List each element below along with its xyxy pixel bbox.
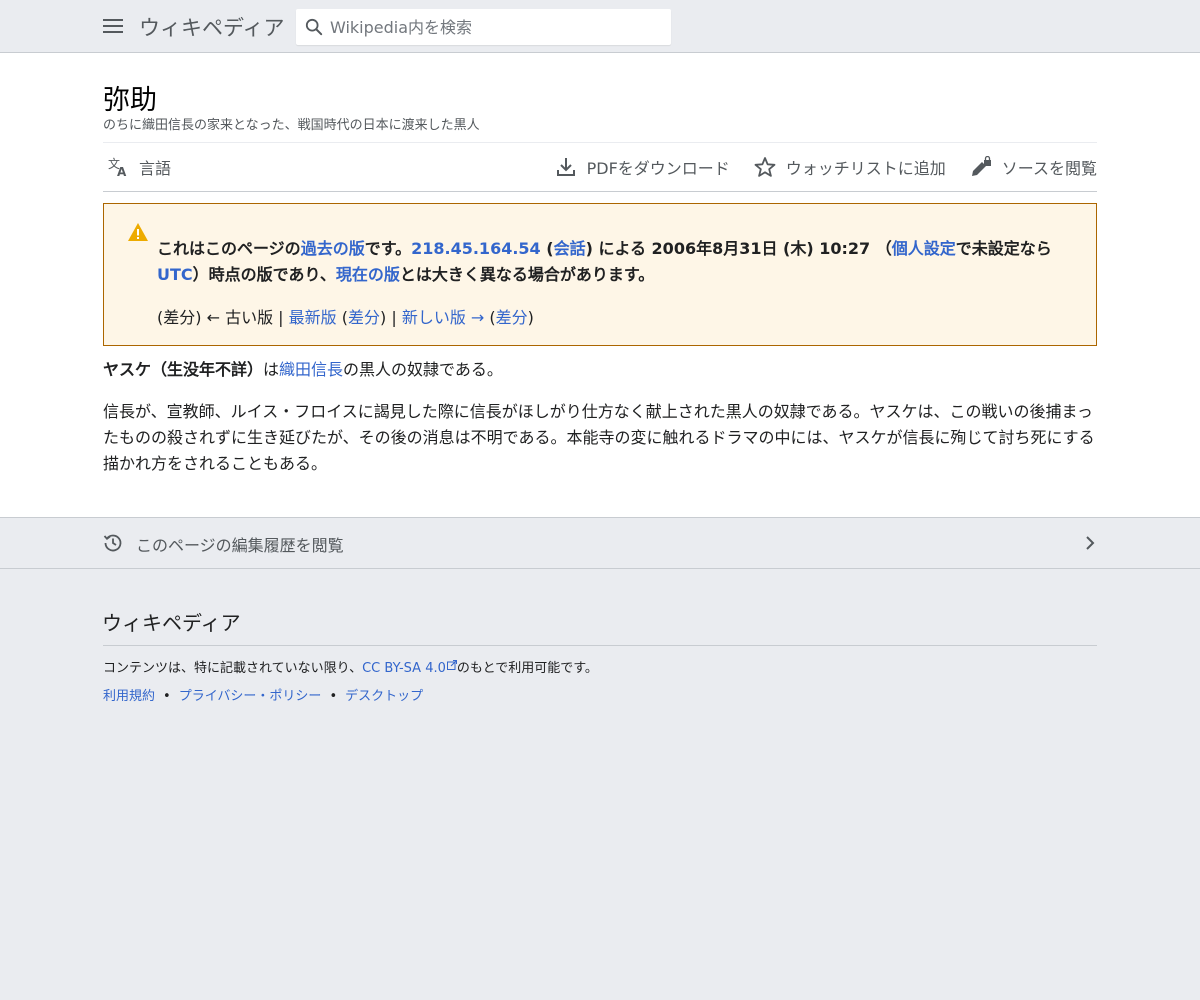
language-icon: 文 A	[108, 156, 127, 178]
newer-version-link[interactable]: 新しい版 →	[402, 308, 485, 327]
talk-link[interactable]: 会話	[554, 239, 586, 258]
download-icon	[556, 158, 575, 176]
chevron-right-icon	[1086, 536, 1095, 550]
page-history-link[interactable]: このページの編集履歴を閲覧	[0, 517, 1200, 569]
main-menu-button[interactable]	[102, 16, 124, 38]
language-label: 言語	[139, 159, 172, 178]
article-paragraph-2: 信長が、宣教師、ルイス・フロイスに謁見した際に信長がほしがり仕方なく献上された黒…	[103, 402, 1095, 473]
warning-icon	[128, 223, 148, 241]
license-notice: コンテンツは、特に記載されていない限り、CC BY-SA 4.0 のもとで利用可能…	[103, 659, 598, 676]
search-input[interactable]	[330, 17, 650, 37]
utc-link[interactable]: UTC	[157, 265, 193, 284]
past-version-link[interactable]: 過去の版	[301, 239, 365, 258]
revision-navigation: (差分) ← 古い版 | 最新版 (差分) | 新しい版 → (差分)	[157, 308, 534, 327]
notice-text: これはこのページの過去の版です。218.45.164.54 (会話) による 2…	[157, 239, 1052, 284]
download-pdf-label: PDFをダウンロード	[586, 159, 730, 178]
svg-text:A: A	[117, 165, 127, 178]
page-title: 弥助	[103, 85, 157, 116]
ip-link[interactable]: 218.45.164.54	[411, 239, 541, 258]
oda-nobunaga-link[interactable]: 織田信長	[279, 360, 343, 379]
hamburger-icon	[103, 19, 123, 21]
site-logo[interactable]: ウィキペディア	[139, 12, 285, 42]
external-link-icon	[446, 659, 457, 670]
old-revision-notice: これはこのページの過去の版です。218.45.164.54 (会話) による 2…	[103, 203, 1097, 346]
star-icon	[754, 157, 776, 177]
footer: ウィキペディア コンテンツは、特に記載されていない限り、CC BY-SA 4.0…	[0, 569, 1200, 989]
article-paragraph-1: ヤスケ（生没年不詳）は織田信長の黒人の奴隷である。	[103, 360, 503, 379]
desktop-view-link[interactable]: デスクトップ	[345, 689, 423, 704]
cc-license-link[interactable]: CC BY-SA 4.0	[362, 659, 457, 676]
privacy-policy-link[interactable]: プライバシー・ポリシー	[179, 689, 322, 704]
preferences-link[interactable]: 個人設定	[892, 239, 956, 258]
view-source-button[interactable]: ソースを閲覧	[970, 155, 1097, 179]
footer-links: 利用規約 • プライバシー・ポリシー • デスクトップ	[103, 689, 424, 704]
language-button[interactable]: 文 A 言語	[107, 155, 171, 179]
search-box[interactable]	[296, 9, 671, 45]
watchlist-label: ウォッチリストに追加	[785, 159, 946, 178]
page-history-label: このページの編集履歴を閲覧	[136, 536, 344, 555]
page-tagline: のちに織田信長の家来となった、戦国時代の日本に渡来した黒人	[103, 118, 480, 133]
latest-version-link[interactable]: 最新版	[289, 308, 337, 327]
latest-diff-link[interactable]: 差分	[348, 308, 380, 327]
current-version-link[interactable]: 現在の版	[336, 265, 400, 284]
article-subject: ヤスケ（生没年不詳）	[103, 360, 264, 379]
lock-edit-icon	[971, 156, 991, 176]
page-content: 弥助 のちに織田信長の家来となった、戦国時代の日本に渡来した黒人 文 A 言語 …	[0, 53, 1200, 517]
search-icon	[305, 18, 323, 36]
watchlist-button[interactable]: ウォッチリストに追加	[754, 155, 946, 179]
footer-logo: ウィキペディア	[102, 611, 241, 635]
newer-diff-link[interactable]: 差分	[496, 308, 528, 327]
download-pdf-button[interactable]: PDFをダウンロード	[555, 155, 730, 179]
terms-of-use-link[interactable]: 利用規約	[103, 689, 155, 704]
site-header: ウィキペディア	[0, 0, 1200, 53]
history-icon	[103, 534, 122, 552]
footer-divider	[103, 645, 1097, 646]
page-toolbar: 文 A 言語 PDFをダウンロード ウォッチリストに追加 ソースを閲覧	[103, 142, 1097, 192]
view-source-label: ソースを閲覧	[1001, 159, 1097, 178]
